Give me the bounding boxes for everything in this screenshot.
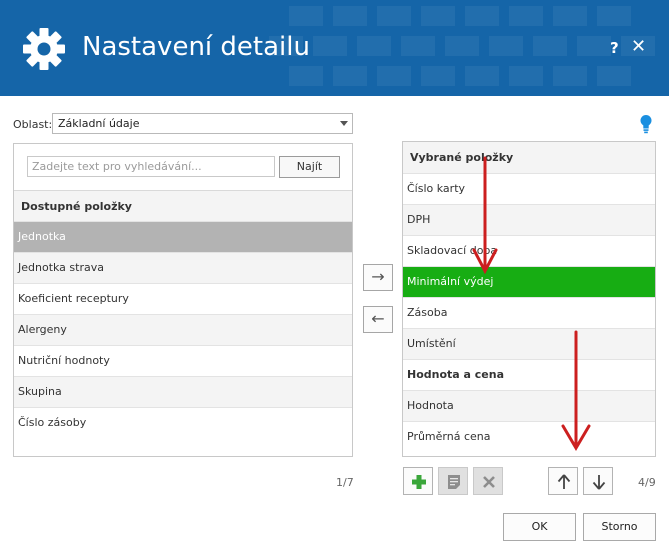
move-down-button[interactable] bbox=[583, 467, 613, 495]
ok-button[interactable]: OK bbox=[503, 513, 576, 541]
list-item[interactable]: Minimální výdej bbox=[403, 266, 655, 297]
move-right-button[interactable]: → bbox=[363, 264, 393, 291]
arrow-up-icon bbox=[557, 474, 571, 489]
list-item[interactable]: Hodnota bbox=[403, 390, 655, 421]
selected-items-panel: Vybrané položky Číslo karty DPH Skladova… bbox=[402, 141, 656, 457]
list-item[interactable]: Číslo karty bbox=[403, 173, 655, 204]
area-label: Oblast: bbox=[13, 118, 53, 131]
available-items-panel: Najít Dostupné položky Jednotka Jednotka… bbox=[13, 143, 353, 457]
list-item[interactable]: Umístění bbox=[403, 328, 655, 359]
note-icon bbox=[448, 475, 460, 489]
list-item[interactable]: Číslo zásoby bbox=[14, 407, 352, 438]
list-item[interactable]: DPH bbox=[403, 204, 655, 235]
delete-item-button[interactable] bbox=[473, 467, 503, 495]
dialog-header: Nastavení detailu ? ✕ bbox=[0, 0, 669, 96]
area-select-value: Základní údaje bbox=[58, 117, 140, 130]
dialog-title: Nastavení detailu bbox=[82, 32, 310, 62]
list-item[interactable]: Zásoba bbox=[403, 297, 655, 328]
arrow-down-icon bbox=[592, 475, 606, 490]
list-item[interactable]: Skupina bbox=[14, 376, 352, 407]
area-select[interactable]: Základní údaje bbox=[52, 113, 353, 134]
plus-icon bbox=[412, 475, 426, 489]
list-item[interactable]: Alergeny bbox=[14, 314, 352, 345]
available-page-indicator: 1/7 bbox=[336, 476, 354, 489]
available-items-header: Dostupné položky bbox=[14, 190, 352, 221]
cancel-button[interactable]: Storno bbox=[583, 513, 656, 541]
list-group-header[interactable]: Hodnota a cena bbox=[403, 359, 655, 390]
list-item[interactable]: Průměrná cena bbox=[403, 421, 655, 452]
gear-icon bbox=[23, 28, 65, 70]
search-input[interactable] bbox=[27, 156, 275, 177]
edit-item-button[interactable] bbox=[438, 467, 468, 495]
list-item[interactable]: Jednotka strava bbox=[14, 252, 352, 283]
selected-items-list: Vybrané položky Číslo karty DPH Skladova… bbox=[403, 142, 655, 452]
header-pattern bbox=[269, 6, 655, 86]
selected-page-indicator: 4/9 bbox=[638, 476, 656, 489]
available-items-list: Dostupné položky Jednotka Jednotka strav… bbox=[14, 190, 352, 438]
move-left-button[interactable]: ← bbox=[363, 306, 393, 333]
close-button[interactable]: ✕ bbox=[631, 36, 646, 57]
x-icon bbox=[483, 476, 495, 488]
add-item-button[interactable] bbox=[403, 467, 433, 495]
help-button[interactable]: ? bbox=[610, 39, 619, 57]
list-item[interactable]: Skladovací doba bbox=[403, 235, 655, 266]
list-item[interactable]: Nutriční hodnoty bbox=[14, 345, 352, 376]
list-item[interactable]: Koeficient receptury bbox=[14, 283, 352, 314]
find-button[interactable]: Najít bbox=[279, 156, 340, 178]
lightbulb-icon[interactable] bbox=[639, 114, 653, 134]
move-up-button[interactable] bbox=[548, 467, 578, 495]
chevron-down-icon bbox=[340, 121, 348, 126]
list-item[interactable]: Jednotka bbox=[14, 221, 352, 252]
selected-items-header: Vybrané položky bbox=[403, 142, 655, 173]
